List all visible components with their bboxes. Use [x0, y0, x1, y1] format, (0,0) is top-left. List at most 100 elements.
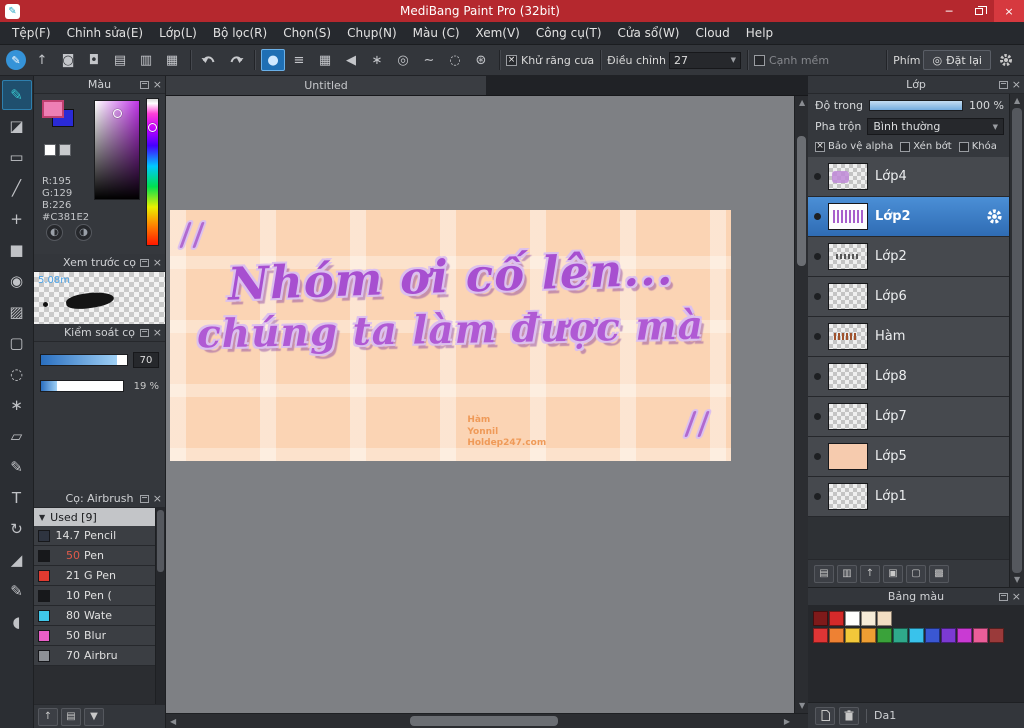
grid-tip-icon[interactable]: ▦: [313, 49, 337, 71]
palette-swatch[interactable]: [893, 628, 908, 643]
float-panel-icon[interactable]: [998, 592, 1008, 601]
export-icon[interactable]: ↑: [30, 49, 54, 71]
tip-settings-gear-icon[interactable]: ⊛: [469, 49, 493, 71]
visibility-dot-icon[interactable]: [814, 413, 821, 420]
rings-tip-icon[interactable]: ◎: [391, 49, 415, 71]
undo-icon[interactable]: [197, 49, 221, 71]
scrollbar-thumb[interactable]: [1012, 108, 1022, 573]
brush-item[interactable]: 80 Wate: [34, 606, 155, 626]
fill-shape-tool[interactable]: ■: [2, 235, 32, 265]
layer-row[interactable]: Lớp6: [808, 277, 1009, 317]
menu-item[interactable]: Help: [738, 23, 781, 43]
layout-icon[interactable]: ▥: [134, 49, 158, 71]
curve-tip-icon[interactable]: ∼: [417, 49, 441, 71]
menu-item[interactable]: Lớp(L): [151, 23, 205, 43]
brush-item[interactable]: 50 Blur: [34, 626, 155, 646]
add-layer-button[interactable]: ▤: [814, 564, 834, 583]
lines-tip-icon[interactable]: ≡: [287, 49, 311, 71]
opacity-slider[interactable]: [869, 100, 964, 111]
menu-item[interactable]: Chỉnh sửa(E): [59, 23, 152, 43]
visibility-dot-icon[interactable]: [814, 173, 821, 180]
menu-item[interactable]: Tệp(F): [4, 23, 59, 43]
visibility-dot-icon[interactable]: [814, 253, 821, 260]
add-folder-button[interactable]: ▣: [883, 564, 903, 583]
close-panel-icon[interactable]: ×: [1012, 591, 1021, 602]
foreground-color-swatch[interactable]: [42, 100, 64, 118]
comment-icon[interactable]: ◙: [56, 49, 80, 71]
document-icon[interactable]: ▤: [108, 49, 132, 71]
close-panel-icon[interactable]: ×: [153, 79, 162, 90]
layer-option-checkbox[interactable]: × Bảo vệ alpha: [815, 141, 893, 152]
brush-item[interactable]: 21 G Pen: [34, 566, 155, 586]
poly-select-tool[interactable]: ▱: [2, 421, 32, 451]
canvas-vscrollbar[interactable]: ▲ ▼: [794, 96, 808, 713]
brush-menu-button[interactable]: ▼: [84, 707, 104, 726]
divide-tool[interactable]: ╱: [2, 173, 32, 203]
scroll-right-icon[interactable]: ▶: [784, 718, 790, 726]
sv-picker-dot[interactable]: [113, 109, 122, 118]
menu-item[interactable]: Công cụ(T): [528, 23, 610, 43]
hand-tool[interactable]: ◖: [2, 607, 32, 637]
add-brush-button[interactable]: ▤: [61, 707, 81, 726]
bucket-tool[interactable]: ◉: [2, 266, 32, 296]
antialias-checkbox[interactable]: × Khử răng cưa: [506, 54, 594, 67]
scatter-tip-icon[interactable]: ∗: [365, 49, 389, 71]
palette-swatch[interactable]: [877, 628, 892, 643]
brush-item[interactable]: 10 Pen (: [34, 586, 155, 606]
mini-swatch-2[interactable]: [59, 144, 71, 156]
menu-item[interactable]: Xem(V): [468, 23, 528, 43]
layer-option-checkbox[interactable]: Khóa: [958, 141, 997, 152]
settings-gear-icon[interactable]: [994, 49, 1018, 71]
palette-swatch[interactable]: [845, 628, 860, 643]
scroll-up-icon[interactable]: ▲: [1014, 97, 1020, 105]
main-brush-icon[interactable]: ✎: [6, 50, 26, 70]
menu-item[interactable]: Bộ lọc(R): [205, 23, 275, 43]
menu-item[interactable]: Cloud: [688, 23, 738, 43]
brush-tool[interactable]: ✎: [1, 80, 32, 110]
saturation-value-picker[interactable]: [94, 100, 140, 200]
palette-swatch[interactable]: [861, 611, 876, 626]
color-set-icon[interactable]: ◑: [75, 224, 92, 241]
rotate-tool[interactable]: ↻: [2, 514, 32, 544]
brush-list-scrollbar[interactable]: [155, 508, 165, 704]
menu-item[interactable]: Màu (C): [405, 23, 468, 43]
adjust-input[interactable]: 27 ▼: [668, 51, 741, 69]
palette-swatch[interactable]: [829, 611, 844, 626]
layer-row[interactable]: Lớp2: [808, 237, 1009, 277]
scroll-up-icon[interactable]: ▲: [799, 99, 805, 107]
brush-group-header[interactable]: ▼ Used [9]: [34, 508, 155, 526]
float-panel-icon[interactable]: [139, 328, 149, 337]
gradient-tool[interactable]: ▨: [2, 297, 32, 327]
folder-button[interactable]: ▢: [906, 564, 926, 583]
canvas-viewport[interactable]: Nhóm ơi cố lên... chúng ta làm được mà H…: [166, 96, 808, 713]
visibility-dot-icon[interactable]: [814, 213, 821, 220]
palette-swatch[interactable]: [813, 628, 828, 643]
visibility-dot-icon[interactable]: [814, 373, 821, 380]
dashed-circle-tip-icon[interactable]: ◌: [443, 49, 467, 71]
brush-size-slider[interactable]: [40, 354, 128, 366]
float-panel-icon[interactable]: [998, 80, 1008, 89]
text-tool[interactable]: T: [2, 483, 32, 513]
palette-swatch[interactable]: [957, 628, 972, 643]
eyedropper-tool[interactable]: ◢: [2, 545, 32, 575]
triangle-tip-icon[interactable]: ◀: [339, 49, 363, 71]
eraser-tool[interactable]: ◪: [2, 111, 32, 141]
palette-swatch[interactable]: [941, 628, 956, 643]
menu-item[interactable]: Chụp(N): [339, 23, 405, 43]
palette-swatch[interactable]: [909, 628, 924, 643]
brush-opacity-slider[interactable]: [40, 380, 124, 392]
scrollbar-thumb[interactable]: [797, 136, 806, 266]
menu-item[interactable]: Chọn(S): [275, 23, 339, 43]
grid-icon[interactable]: ▦: [160, 49, 184, 71]
close-panel-icon[interactable]: ×: [1012, 79, 1021, 90]
scroll-down-icon[interactable]: ▼: [799, 702, 805, 710]
scroll-left-icon[interactable]: ◀: [170, 718, 176, 726]
layer-option-checkbox[interactable]: Xén bớt: [900, 141, 952, 152]
canvas-hscrollbar[interactable]: ◀ ▶: [166, 713, 808, 728]
layer-row[interactable]: Lớp5: [808, 437, 1009, 477]
palette-swatch[interactable]: [973, 628, 988, 643]
float-panel-icon[interactable]: [139, 258, 149, 267]
scrollbar-thumb[interactable]: [409, 716, 558, 726]
select-pen-tool[interactable]: ✎: [2, 452, 32, 482]
layer-settings-gear-icon[interactable]: [986, 208, 1003, 225]
